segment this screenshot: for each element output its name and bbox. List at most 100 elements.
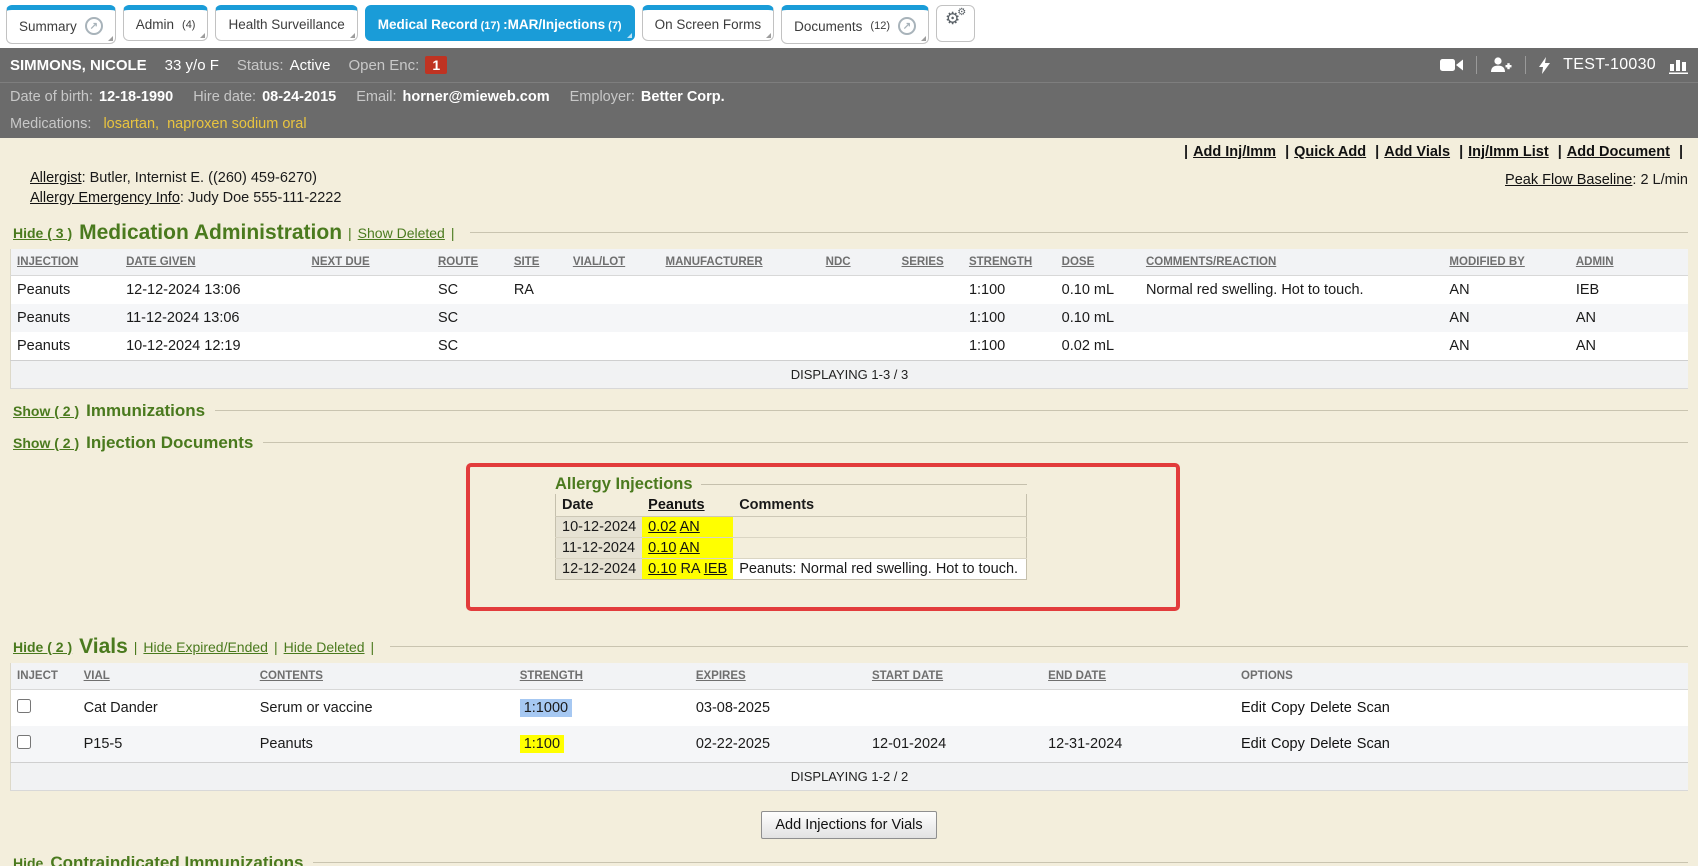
vials-col-expires[interactable]: EXPIRES <box>696 670 746 682</box>
settings-button[interactable]: ⚙ ⚙ <box>936 5 975 42</box>
site-code: RA <box>680 561 699 577</box>
add-inj-imm-link[interactable]: Add Inj/Imm <box>1193 144 1276 160</box>
add-vials-link[interactable]: Add Vials <box>1384 144 1450 160</box>
medication-link[interactable]: naproxen sodium oral <box>167 116 306 132</box>
allergy-injections-header: Allergy Injections <box>555 475 1027 494</box>
popout-icon[interactable]: ↗ <box>85 17 103 35</box>
list-item: 10-12-2024 0.02 AN <box>556 516 1027 537</box>
mar-col-dose[interactable]: DOSE <box>1062 256 1095 268</box>
dose-link[interactable]: 0.10 <box>648 561 676 577</box>
admin-initials-link[interactable]: IEB <box>704 561 727 577</box>
scan-link[interactable]: Scan <box>1357 700 1390 716</box>
mar-col-manufacturer[interactable]: MANUFACTURER <box>666 256 763 268</box>
tab-medical-record-label: Medical Record (17) :MAR/Injections (7) <box>378 17 622 32</box>
peak-flow-baseline-link[interactable]: Peak Flow Baseline <box>1505 172 1632 188</box>
section-medication-administration-header: Hide ( 3 ) Medication Administration | S… <box>10 221 1688 245</box>
hide-deleted-link[interactable]: Hide Deleted <box>284 639 365 655</box>
mar-col-ndc[interactable]: NDC <box>826 256 851 268</box>
injection-documents-show-toggle[interactable]: Show ( 2 ) <box>13 435 79 451</box>
lightning-icon[interactable] <box>1539 57 1550 74</box>
dose-link[interactable]: 0.02 <box>648 519 676 535</box>
allergy-dose-cell: 0.10 AN <box>642 537 733 558</box>
action-links: |Add Inj/Imm |Quick Add |Add Vials |Inj/… <box>1179 144 1688 160</box>
scan-link[interactable]: Scan <box>1357 736 1390 752</box>
vials-actions: Add Injections for Vials <box>10 811 1688 839</box>
chart-icon[interactable] <box>1669 57 1688 74</box>
vial-options: Edit Copy Delete Scan <box>1235 726 1688 763</box>
tab-documents-count: (12) <box>870 20 890 32</box>
table-row: Cat Dander Serum or vaccine 1:1000 03-08… <box>11 689 1689 726</box>
vials-col-end-date[interactable]: END DATE <box>1048 670 1106 682</box>
allergy-injections-panel: Allergy Injections Date Peanuts Comments… <box>555 475 1027 580</box>
vials-hide-toggle[interactable]: Hide ( 2 ) <box>13 639 72 655</box>
table-row[interactable]: Peanuts 12-12-2024 13:06 SC RA 1:100 0.1… <box>11 275 1689 304</box>
webchart-mar-page: Summary ↗ Admin (4) Health Surveillance … <box>0 0 1698 866</box>
mar-table-footer: DISPLAYING 1-3 / 3 <box>11 360 1689 388</box>
mar-col-date-given[interactable]: DATE GIVEN <box>126 256 195 268</box>
vials-col-contents[interactable]: CONTENTS <box>260 670 323 682</box>
allergy-injections-header-row: Date Peanuts Comments <box>556 494 1027 517</box>
delete-link[interactable]: Delete <box>1310 736 1352 752</box>
table-row[interactable]: Peanuts 11-12-2024 13:06 SC 1:100 0.10 m… <box>11 304 1689 332</box>
mar-col-site[interactable]: SITE <box>514 256 540 268</box>
mar-col-next-due[interactable]: NEXT DUE <box>312 256 370 268</box>
edit-link[interactable]: Edit <box>1241 736 1266 752</box>
contraindicated-hide-toggle[interactable]: Hide <box>13 855 43 866</box>
copy-link[interactable]: Copy <box>1271 700 1305 716</box>
tab-admin[interactable]: Admin (4) <box>123 5 209 41</box>
allergist-link[interactable]: Allergist <box>30 170 82 186</box>
allergy-contact-info: AllergistButler, Internist E. ((260) 459… <box>30 168 341 209</box>
add-document-link[interactable]: Add Document <box>1567 144 1670 160</box>
video-camera-icon[interactable] <box>1440 58 1463 72</box>
tab-health-surveillance[interactable]: Health Surveillance <box>215 5 357 41</box>
admin-initials-link[interactable]: AN <box>680 519 700 535</box>
mar-col-comments[interactable]: COMMENTS/REACTION <box>1146 256 1276 268</box>
immunizations-show-toggle[interactable]: Show ( 2 ) <box>13 403 79 419</box>
tab-medical-record[interactable]: Medical Record (17) :MAR/Injections (7) <box>365 5 635 41</box>
mar-col-modified-by[interactable]: MODIFIED BY <box>1449 256 1524 268</box>
add-user-icon[interactable] <box>1490 57 1512 73</box>
tab-documents[interactable]: Documents (12) ↗ <box>781 5 929 44</box>
mar-col-route[interactable]: ROUTE <box>438 256 478 268</box>
patient-id: TEST-10030 <box>1563 56 1656 74</box>
allergy-emergency-line: Allergy Emergency Info Judy Doe 555-111-2… <box>30 188 341 208</box>
inj-imm-list-link[interactable]: Inj/Imm List <box>1468 144 1549 160</box>
mar-col-vial-lot[interactable]: VIAL/LOT <box>573 256 625 268</box>
inject-checkbox[interactable] <box>17 699 31 713</box>
mar-displaying-count: DISPLAYING 1-3 / 3 <box>11 360 1689 388</box>
medication-link[interactable]: losartan <box>103 116 163 132</box>
patient-status: Status: Active <box>237 57 331 74</box>
allergy-col-date: Date <box>556 494 643 517</box>
vials-col-start-date[interactable]: START DATE <box>872 670 943 682</box>
allergy-emergency-value: Judy Doe 555-111-2222 <box>188 190 341 206</box>
table-row[interactable]: Peanuts 10-12-2024 12:19 SC 1:100 0.02 m… <box>11 332 1689 361</box>
inject-checkbox[interactable] <box>17 735 31 749</box>
allergy-emergency-link[interactable]: Allergy Emergency Info <box>30 190 180 206</box>
dose-link[interactable]: 0.10 <box>648 540 676 556</box>
add-injections-for-vials-button[interactable]: Add Injections for Vials <box>761 811 936 839</box>
admin-initials-link[interactable]: AN <box>680 540 700 556</box>
section-title-medication-administration: Medication Administration <box>79 221 342 245</box>
edit-link[interactable]: Edit <box>1241 700 1266 716</box>
mar-col-series[interactable]: SERIES <box>902 256 944 268</box>
mar-hide-toggle[interactable]: Hide ( 3 ) <box>13 225 72 241</box>
mar-col-strength[interactable]: STRENGTH <box>969 256 1032 268</box>
mar-col-injection[interactable]: INJECTION <box>17 256 78 268</box>
popout-icon[interactable]: ↗ <box>898 17 916 35</box>
vials-col-strength[interactable]: STRENGTH <box>520 670 583 682</box>
peak-flow-baseline: Peak Flow Baseline2 L/min <box>1179 172 1688 188</box>
vials-col-vial[interactable]: VIAL <box>84 670 110 682</box>
divider <box>1525 56 1526 74</box>
delete-link[interactable]: Delete <box>1310 700 1352 716</box>
tab-summary[interactable]: Summary ↗ <box>6 5 116 44</box>
strength-highlight-blue: 1:1000 <box>520 699 572 717</box>
tab-on-screen-forms[interactable]: On Screen Forms <box>642 5 775 41</box>
mar-col-admin[interactable]: ADMIN <box>1576 256 1614 268</box>
quick-add-link[interactable]: Quick Add <box>1294 144 1366 160</box>
section-title-injection-documents: Injection Documents <box>86 433 253 453</box>
patient-header-tools: TEST-10030 <box>1440 56 1688 74</box>
open-encounter-badge[interactable]: 1 <box>425 56 447 74</box>
copy-link[interactable]: Copy <box>1271 736 1305 752</box>
show-deleted-link[interactable]: Show Deleted <box>358 225 445 241</box>
hide-expired-ended-link[interactable]: Hide Expired/Ended <box>143 639 268 655</box>
